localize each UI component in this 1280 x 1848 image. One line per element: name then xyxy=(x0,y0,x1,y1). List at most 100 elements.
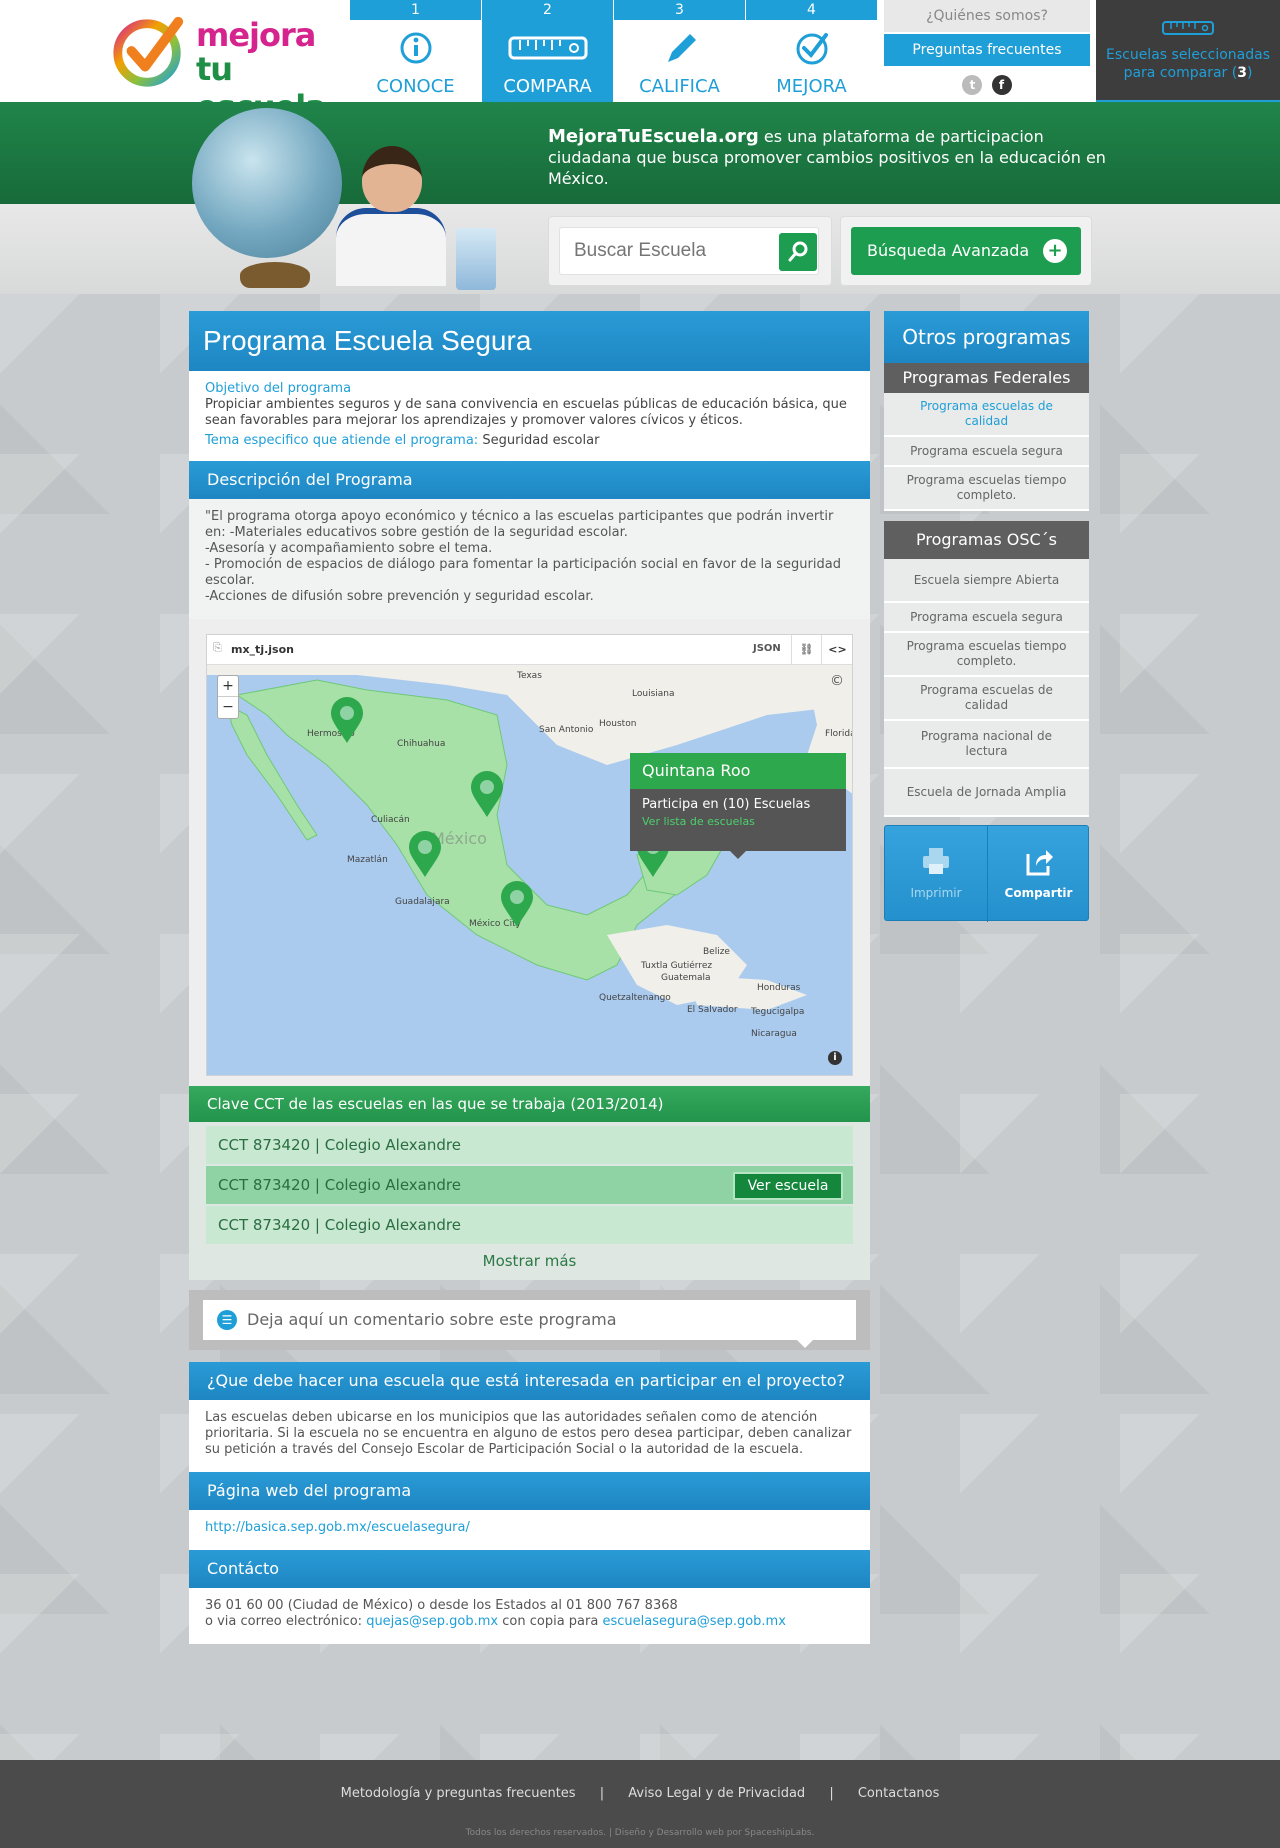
popup-body: Participa en (10) Escuelas Ver lista de … xyxy=(630,789,846,851)
advanced-search-label: Búsqueda Avanzada xyxy=(867,241,1030,260)
website-link[interactable]: http://basica.sep.gob.mx/escuelasegura/ xyxy=(205,1520,470,1535)
cct-row-label: CCT 873420 | Colegio Alexandre xyxy=(218,1216,461,1234)
advanced-search-button[interactable]: Búsqueda Avanzada + xyxy=(851,227,1081,275)
zoom-out-button[interactable]: − xyxy=(218,697,238,717)
cct-row[interactable]: CCT 873420 | Colegio Alexandre Ver escuel… xyxy=(206,1166,853,1204)
sidebar-item-osc[interactable]: Escuela siempre Abierta xyxy=(884,559,1089,603)
map-popup: Quintana Roo Participa en (10) Escuelas … xyxy=(630,753,846,859)
map-pin-icon[interactable] xyxy=(407,831,443,879)
footer-link-legal[interactable]: Aviso Legal y de Privacidad xyxy=(628,1786,805,1801)
zoom-in-button[interactable]: + xyxy=(218,676,238,697)
federal-programs-header: Programas Federales xyxy=(884,363,1089,393)
email-link-quejas[interactable]: quejas@sep.gob.mx xyxy=(366,1614,498,1629)
search-icon xyxy=(788,241,808,262)
map-json-label[interactable]: JSON xyxy=(753,643,781,654)
map-label: Houston xyxy=(599,719,637,729)
about-us-link[interactable]: ¿Quiénes somos? xyxy=(884,0,1090,32)
map-container: ⎘ mx_tj.json JSON ⛓ <> + − © Texas Louis… xyxy=(189,619,870,1086)
description-section: Descripción del Programa "El programa ot… xyxy=(189,461,870,619)
share-label: Compartir xyxy=(1004,886,1073,900)
link-icon[interactable]: ⛓ xyxy=(791,635,821,665)
child-illustration xyxy=(326,146,446,286)
contact-email-line: o via correo electrónico: quejas@sep.gob… xyxy=(205,1614,854,1630)
embed-code-icon[interactable]: <> xyxy=(821,635,852,665)
logo-text-mejora: mejora xyxy=(196,16,316,54)
cct-section-title: Clave CCT de las escuelas en las que se … xyxy=(189,1086,870,1122)
comment-placeholder: Deja aquí un comentario sobre este progr… xyxy=(247,1310,617,1329)
description-text: "El programa otorga apoyo económico y té… xyxy=(189,499,870,619)
nav-step-conoce[interactable]: 1 CONOCE xyxy=(350,0,481,102)
sidebar-item-osc[interactable]: Programa escuelas tiempo completo. xyxy=(884,633,1089,677)
info-icon xyxy=(400,32,431,64)
map-pin-icon[interactable] xyxy=(329,697,365,745)
twitter-icon[interactable]: t xyxy=(962,75,983,95)
map-label: San Antonio xyxy=(539,725,594,735)
map-label: El Salvador xyxy=(687,1005,738,1015)
footer-link-methodology[interactable]: Metodología y preguntas frecuentes xyxy=(341,1786,576,1801)
footer-separator: | xyxy=(599,1786,605,1801)
cup xyxy=(456,228,496,290)
map-label: Tuxtla Gutiérrez xyxy=(641,961,713,971)
footer-link-contact[interactable]: Contactanos xyxy=(858,1786,940,1801)
sidebar-item-osc[interactable]: Programa nacional de lectura xyxy=(884,721,1089,769)
footer-copyright: Todos los derechos reservados. | Diseño … xyxy=(465,1828,815,1838)
compare-label: Escuelas seleccionadas para comparar (3) xyxy=(1096,46,1280,82)
map-label: Honduras xyxy=(757,983,801,993)
ruler-icon xyxy=(508,36,587,60)
cct-row[interactable]: CCT 873420 | Colegio Alexandre xyxy=(206,1206,853,1244)
popup-state-name: Quintana Roo xyxy=(630,753,846,789)
hero-tagline: MejoraTuEscuela.org es una plataforma de… xyxy=(548,126,1108,189)
comment-input[interactable]: ☰ Deja aquí un comentario sobre este pro… xyxy=(203,1300,856,1340)
ruler-icon xyxy=(1162,21,1214,35)
file-icon: ⎘ xyxy=(213,641,222,654)
search-box xyxy=(548,216,832,286)
globe-illustration xyxy=(192,108,342,258)
share-button[interactable]: Compartir xyxy=(987,826,1089,922)
cct-row[interactable]: CCT 873420 | Colegio Alexandre xyxy=(206,1126,853,1164)
map-file-name: mx_tj.json xyxy=(231,643,294,656)
map-info-icon[interactable]: i xyxy=(828,1051,842,1065)
print-label: Imprimir xyxy=(910,886,962,900)
email-link-escuelasegura[interactable]: escuelasegura@sep.gob.mx xyxy=(602,1614,785,1629)
compare-selected-schools[interactable]: Escuelas seleccionadas para comparar (3) xyxy=(1096,0,1280,104)
faq-button[interactable]: Preguntas frecuentes xyxy=(884,34,1090,66)
site-logo[interactable]: mejora tu escuela xyxy=(110,10,350,126)
print-button[interactable]: Imprimir xyxy=(885,826,987,922)
social-links: t f xyxy=(884,74,1090,95)
comment-box: ☰ Deja aquí un comentario sobre este pro… xyxy=(189,1290,870,1350)
participate-section: ¿Que debe hacer una escuela que está int… xyxy=(189,1362,870,1472)
sidebar-item-federal[interactable]: Programa escuela segura xyxy=(884,437,1089,467)
map-label: Texas xyxy=(517,671,542,681)
plus-icon: + xyxy=(1043,239,1067,263)
nav-step-compara[interactable]: 2 COMPARA xyxy=(482,0,613,102)
view-school-button[interactable]: Ver escuela xyxy=(733,1172,843,1200)
map-pin-icon[interactable] xyxy=(469,771,505,819)
facebook-icon[interactable]: f xyxy=(991,75,1012,95)
sidebar-item-osc[interactable]: Programa escuelas de calidad xyxy=(884,677,1089,721)
search-button[interactable] xyxy=(779,233,817,271)
check-icon xyxy=(796,33,828,65)
nav-step-mejora[interactable]: 4 MEJORA xyxy=(746,0,877,102)
sidebar-item-federal[interactable]: Programa escuelas tiempo completo. xyxy=(884,467,1089,511)
main-area: Programa Escuela Segura Objetivo del pro… xyxy=(0,294,1280,1760)
sidebar-item-federal[interactable]: Programa escuelas de calidad xyxy=(884,393,1089,437)
show-more-link[interactable]: Mostrar más xyxy=(206,1244,853,1276)
map-pin-icon[interactable] xyxy=(499,881,535,929)
cct-row-label: CCT 873420 | Colegio Alexandre xyxy=(218,1176,461,1194)
map-label: Florida xyxy=(825,729,853,739)
logo-check-icon xyxy=(113,16,184,87)
sidebar-item-osc[interactable]: Escuela de Jornada Amplia xyxy=(884,769,1089,817)
website-section: Página web del programa http://basica.se… xyxy=(189,1472,870,1550)
popup-school-list-link[interactable]: Ver lista de escuelas xyxy=(642,815,834,828)
about-links: ¿Quiénes somos? Preguntas frecuentes t f xyxy=(884,0,1090,102)
description-title: Descripción del Programa xyxy=(189,461,870,499)
comment-tail xyxy=(797,1340,813,1348)
footer: Metodología y preguntas frecuentes | Avi… xyxy=(0,1760,1280,1848)
mexico-map[interactable]: ⎘ mx_tj.json JSON ⛓ <> + − © Texas Louis… xyxy=(206,634,853,1076)
nav-step-califica[interactable]: 3 CALIFICA xyxy=(614,0,745,102)
hero-banner: MejoraTuEscuela.org es una plataforma de… xyxy=(0,102,1280,294)
hero-site-name: MejoraTuEscuela.org xyxy=(548,126,759,147)
map-label: Belize xyxy=(703,947,730,957)
sidebar-item-osc[interactable]: Programa escuela segura xyxy=(884,603,1089,633)
